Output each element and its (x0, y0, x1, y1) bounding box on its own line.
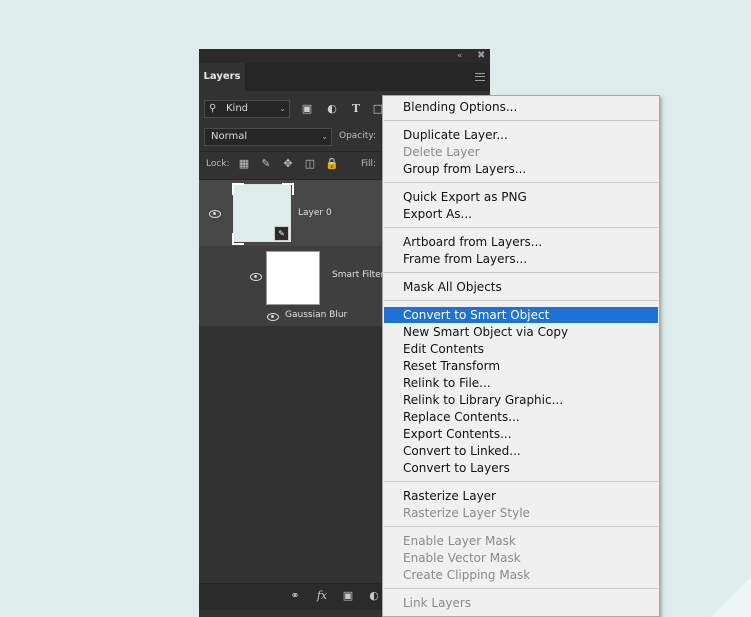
menu-item-export-contents[interactable]: Export Contents... (384, 426, 658, 442)
menu-item-delete-layer: Delete Layer (403, 145, 480, 159)
menu-item-export-as[interactable]: Export As... (384, 206, 658, 222)
menu-item-reset-transform[interactable]: Reset Transform (384, 358, 658, 374)
menu-separator (384, 526, 658, 527)
lock-label: Lock: (206, 159, 230, 169)
layer-context-menu: Blending Options... Duplicate Layer... D… (382, 95, 660, 617)
menu-item-new-smart-object-via-copy[interactable]: New Smart Object via Copy (384, 324, 658, 340)
menu-separator (384, 588, 658, 589)
menu-separator (384, 182, 658, 183)
menu-item-edit-contents[interactable]: Edit Contents (384, 341, 658, 357)
menu-item-rasterize-layer[interactable]: Rasterize Layer (384, 488, 658, 504)
visibility-eye-icon[interactable] (209, 210, 221, 218)
blend-mode-select[interactable]: Normal ⌄ (204, 128, 332, 146)
chevron-down-icon: ⌄ (279, 104, 286, 113)
menu-item-relink-to-library-graphic[interactable]: Relink to Library Graphic... (384, 392, 658, 408)
menu-item-replace-contents[interactable]: Replace Contents... (384, 409, 658, 425)
lock-all-icon[interactable]: 🔒 (325, 157, 339, 171)
add-mask-icon[interactable]: ▣ (340, 589, 356, 603)
link-layers-icon[interactable]: ⚭ (287, 589, 303, 603)
menu-separator (384, 120, 658, 121)
visibility-eye-icon[interactable] (250, 273, 262, 281)
filter-mask-thumbnail[interactable] (266, 251, 320, 305)
fill-label: Fill: (361, 159, 377, 169)
adjustment-filter-icon[interactable]: ◐ (325, 102, 339, 116)
chevron-down-icon: ⌄ (321, 132, 328, 141)
menu-item-frame-from-layers[interactable]: Frame from Layers... (384, 251, 658, 267)
lock-image-pixels-icon[interactable]: ✎ (259, 157, 273, 171)
menu-item-link-layers: Link Layers (403, 596, 472, 610)
selection-corner (232, 233, 244, 245)
menu-item-create-clipping-mask: Create Clipping Mask (403, 568, 531, 582)
smart-filters-label: Smart Filters (332, 270, 390, 280)
background-corner-shape (711, 577, 751, 617)
type-filter-icon[interactable]: T (349, 102, 363, 116)
panel-title-bar[interactable]: « ✖ (199, 49, 490, 63)
menu-separator (384, 481, 658, 482)
menu-item-blending-options[interactable]: Blending Options... (384, 99, 658, 115)
selection-corner (232, 183, 244, 195)
layer-name[interactable]: Layer 0 (298, 208, 332, 218)
menu-item-duplicate-layer[interactable]: Duplicate Layer... (384, 127, 658, 143)
filter-name[interactable]: Gaussian Blur (285, 310, 347, 320)
tab-layers[interactable]: Layers (199, 63, 245, 91)
lock-artboard-icon[interactable]: ◫ (303, 157, 317, 171)
adjustment-layer-icon[interactable]: ◐ (366, 589, 382, 603)
menu-item-rasterize-layer-style: Rasterize Layer Style (403, 506, 530, 520)
selection-corner (282, 183, 294, 195)
filter-kind-label: Kind (226, 103, 249, 114)
image-filter-icon[interactable]: ▣ (300, 102, 314, 116)
menu-separator (384, 272, 658, 273)
fx-icon[interactable]: fx (314, 589, 330, 603)
panel-tab-bar: Layers (199, 63, 490, 91)
menu-item-artboard-from-layers[interactable]: Artboard from Layers... (384, 234, 658, 250)
smart-object-badge-icon: ✎ (274, 226, 289, 241)
menu-item-convert-to-smart-object[interactable]: Convert to Smart Object (384, 307, 658, 323)
menu-item-quick-export-png[interactable]: Quick Export as PNG (384, 189, 658, 205)
lock-transparent-pixels-icon[interactable]: ▦ (237, 157, 251, 171)
panel-menu-icon[interactable] (475, 73, 485, 81)
close-panel-icon[interactable]: ✖ (477, 51, 487, 61)
menu-item-enable-vector-mask: Enable Vector Mask (403, 551, 521, 565)
menu-separator (384, 227, 658, 228)
lock-position-icon[interactable]: ✥ (281, 157, 295, 171)
visibility-eye-icon[interactable] (267, 313, 279, 321)
filter-kind-select[interactable]: ⚲ Kind ⌄ (204, 100, 290, 118)
menu-item-convert-to-layers[interactable]: Convert to Layers (384, 460, 658, 476)
menu-item-relink-to-file[interactable]: Relink to File... (384, 375, 658, 391)
collapse-panel-icon[interactable]: « (457, 51, 467, 61)
blend-mode-value: Normal (211, 131, 248, 142)
menu-item-mask-all-objects[interactable]: Mask All Objects (384, 279, 658, 295)
opacity-label: Opacity: (339, 131, 376, 141)
menu-item-enable-layer-mask: Enable Layer Mask (403, 534, 516, 548)
menu-item-convert-to-linked[interactable]: Convert to Linked... (384, 443, 658, 459)
menu-separator (384, 300, 658, 301)
menu-item-group-from-layers[interactable]: Group from Layers... (384, 161, 658, 177)
search-icon: ⚲ (209, 103, 217, 114)
